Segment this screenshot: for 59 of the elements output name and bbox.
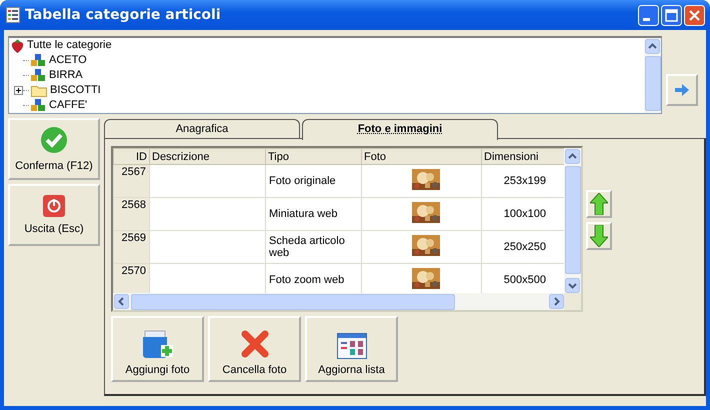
strawberry-icon [11, 38, 24, 52]
column-header[interactable]: Tipo [266, 148, 362, 164]
column-header[interactable]: Foto [362, 148, 482, 164]
tab[interactable]: Anagrafica [104, 119, 300, 139]
cubes-icon [31, 54, 46, 67]
power-icon [43, 195, 65, 217]
minimize-button[interactable] [638, 4, 659, 26]
move-up-button[interactable] [586, 190, 612, 218]
scroll-up-icon[interactable] [565, 149, 580, 164]
side-button[interactable]: Uscita (Esc) [8, 184, 100, 246]
toolbar-button[interactable]: Aggiungi foto [111, 316, 204, 382]
cubes-icon [31, 69, 46, 82]
table-cell: 250x250 [482, 230, 564, 264]
side-button[interactable]: Conferma (F12) [8, 118, 100, 180]
tree-item[interactable]: Tutte le categorie [27, 38, 112, 53]
table-cell: 2568 [114, 198, 150, 230]
maximize-button[interactable] [661, 4, 682, 26]
vertical-scrollbar[interactable] [644, 38, 661, 113]
table-cell: Miniatura web [266, 198, 362, 230]
box-plus-icon [140, 329, 174, 359]
table-cell: 500x500 [482, 264, 564, 293]
tree-item[interactable]: BISCOTTI [50, 83, 101, 98]
table-cell: Foto originale [266, 164, 362, 198]
scroll-left-icon[interactable] [114, 294, 129, 309]
cubes-icon [31, 99, 46, 112]
arrow-right-icon [675, 84, 689, 96]
folder-icon [31, 84, 47, 97]
column-header[interactable]: Descrizione [150, 148, 266, 164]
window-title: Tabella categorie articoli [25, 7, 222, 23]
arrow-down-icon [590, 225, 608, 247]
tree-item[interactable]: BIRRA [49, 68, 83, 83]
form-icon [6, 7, 20, 23]
table-cell: 2569 [114, 230, 150, 264]
close-button[interactable] [684, 4, 705, 26]
scroll-up-icon[interactable] [645, 39, 660, 54]
tree-item[interactable]: ACETO [49, 53, 87, 68]
horizontal-scrollbar[interactable] [113, 293, 581, 310]
table-cell: Foto zoom web [266, 264, 362, 293]
table-cell: 2570 [114, 264, 150, 293]
column-header[interactable]: ID [114, 148, 150, 164]
window-icon [336, 333, 366, 359]
table-cell: 2567 [114, 164, 150, 198]
toolbar-button[interactable]: Aggiorna lista [305, 316, 398, 382]
scroll-right-icon[interactable] [549, 294, 564, 309]
vertical-scrollbar[interactable] [564, 148, 581, 293]
tab[interactable]: Foto e immagini [302, 119, 498, 140]
scroll-down-icon[interactable] [565, 278, 580, 293]
table-cell: 100x100 [482, 198, 564, 230]
toolbar-button[interactable]: Cancella foto [208, 316, 301, 382]
check-icon [40, 126, 68, 154]
arrow-up-icon [590, 193, 608, 215]
expand-icon[interactable] [14, 86, 23, 95]
table-cell: 253x199 [482, 164, 564, 198]
tree-item[interactable]: CAFFE' [49, 98, 88, 113]
arrow-button[interactable] [666, 74, 698, 106]
move-down-button[interactable] [586, 222, 612, 250]
cross-icon [240, 329, 270, 359]
column-header[interactable]: Dimensioni [482, 148, 564, 164]
table-cell: Scheda articolo web [266, 230, 362, 264]
